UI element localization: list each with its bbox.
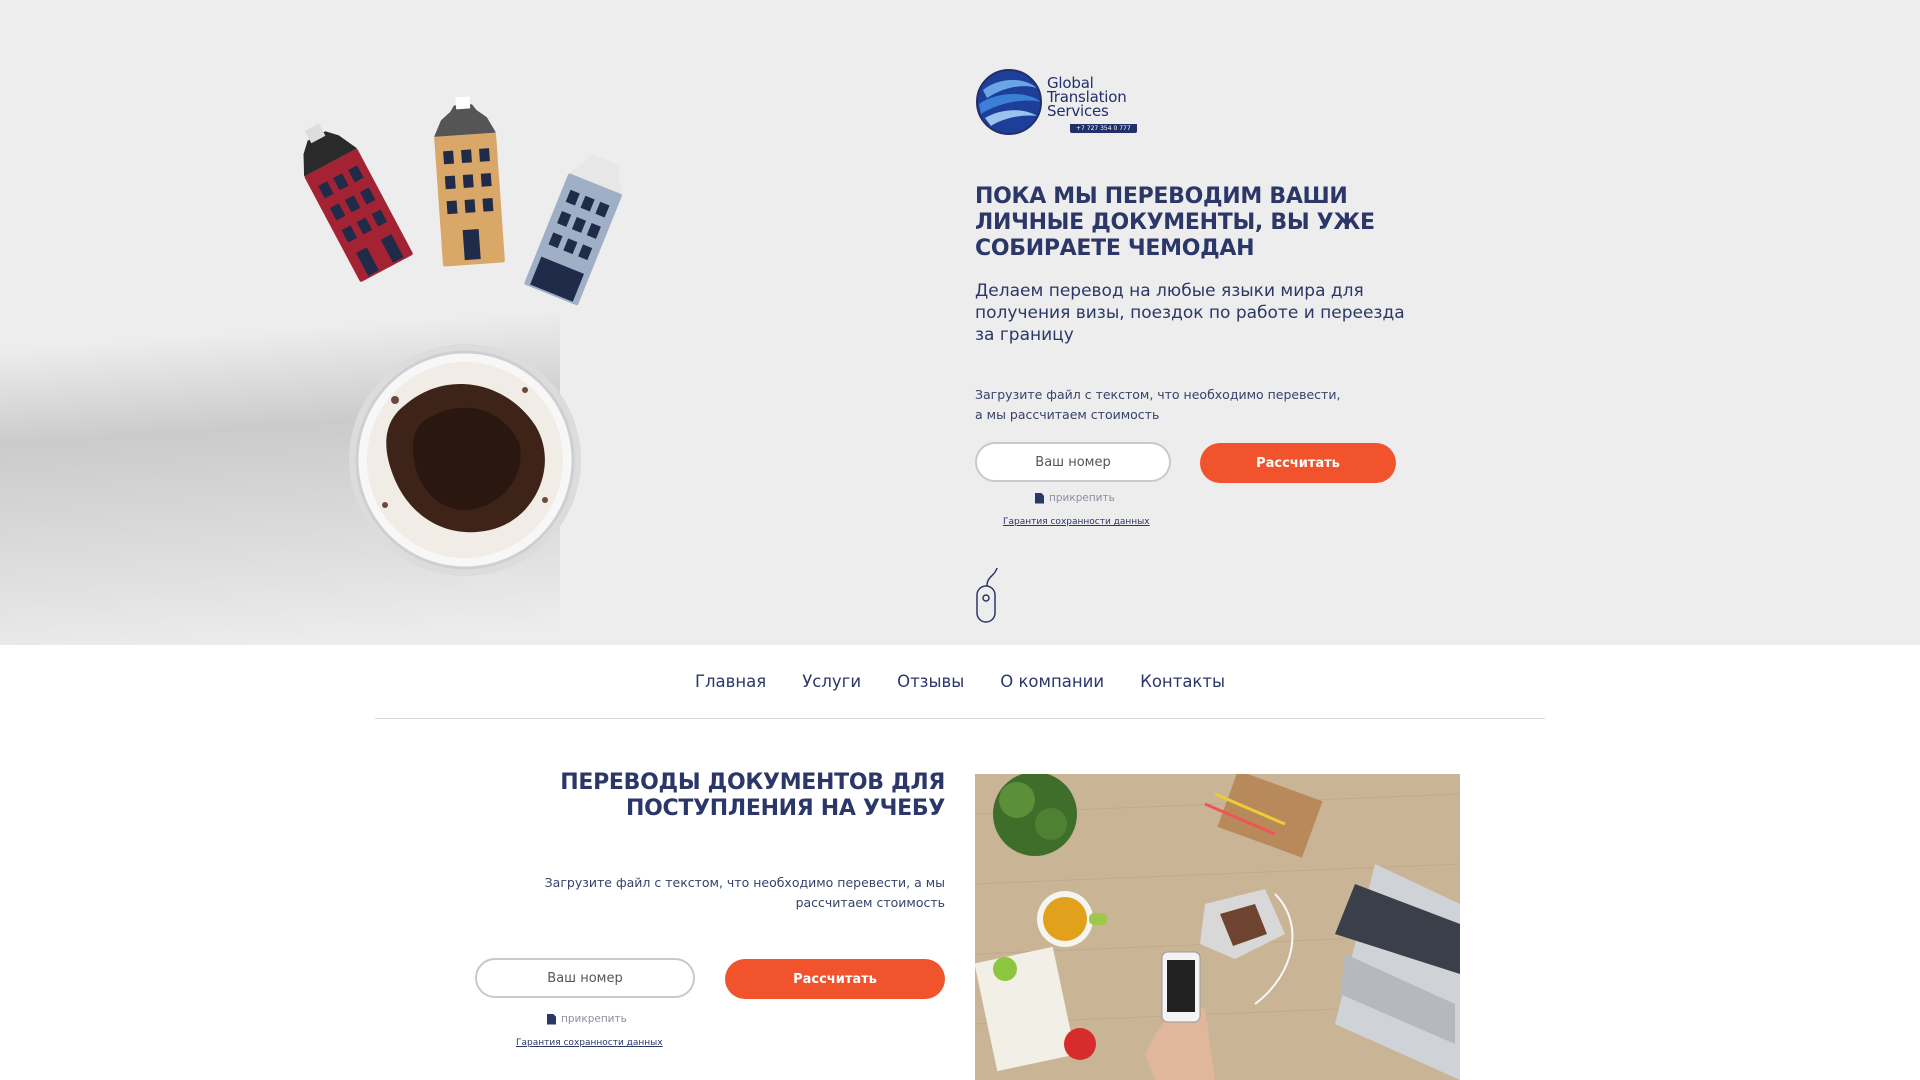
desk-illustration (975, 774, 1460, 1080)
nav-item-reviews[interactable]: Отзывы (897, 672, 964, 691)
brand-logo[interactable]: Global Translation Services +7 727 354 0… (975, 68, 1155, 136)
brand-name: Global Translation Services (1047, 76, 1127, 120)
plant (993, 774, 1077, 856)
nav-item-home[interactable]: Главная (695, 672, 766, 691)
brand-line3: Services (1047, 102, 1109, 120)
section-phone-input[interactable] (475, 958, 695, 998)
section-attach-label: прикрепить (561, 1013, 627, 1025)
section-upload-hint: Загрузите файл с текстом, что необходимо… (544, 875, 945, 910)
nav-item-about[interactable]: О компании (1000, 672, 1104, 691)
hero-attach-link[interactable]: прикрепить (1035, 492, 1115, 504)
file-icon (547, 1013, 556, 1025)
section-title: ПЕРЕВОДЫ ДОКУМЕНТОВ ДЛЯ ПОСТУПЛЕНИЯ НА У… (560, 770, 945, 821)
nav-item-services[interactable]: Услуги (802, 672, 861, 691)
brand-phone: +7 727 354 0 777 (1070, 124, 1137, 133)
main-nav: Главная Услуги Отзывы О компании Контакт… (375, 645, 1545, 719)
section-photo-desk (975, 774, 1460, 1080)
hero-section: Global Translation Services +7 727 354 0… (0, 0, 1920, 645)
hero-hint-line1: Загрузите файл с текстом, что необходимо… (975, 387, 1341, 402)
hero-attach-label: прикрепить (1049, 492, 1115, 504)
yellow-house-figurine (434, 96, 505, 267)
hero-photo-houses-coffee (303, 96, 623, 576)
blue-house-figurine (524, 153, 623, 306)
section-attach-link[interactable]: прикрепить (547, 1013, 627, 1025)
file-icon (1035, 492, 1044, 504)
globe-logo-icon (976, 69, 1042, 135)
coffee-cup (349, 344, 581, 576)
hero-upload-hint: Загрузите файл с текстом, что необходимо… (975, 385, 1355, 425)
section-guarantee-link[interactable]: Гарантия сохранности данных (516, 1038, 663, 1048)
red-house-figurine (303, 123, 413, 282)
mouse-scroll-icon[interactable] (975, 566, 999, 626)
hero-title: ПОКА МЫ ПЕРЕВОДИМ ВАШИ ЛИЧНЫЕ ДОКУМЕНТЫ,… (975, 184, 1375, 261)
section-calculate-button[interactable]: Рассчитать (725, 959, 945, 999)
hero-hint-line2: а мы рассчитаем стоимость (975, 407, 1160, 422)
hero-phone-input[interactable] (975, 442, 1171, 482)
hero-calculate-button[interactable]: Рассчитать (1200, 443, 1396, 483)
hero-guarantee-link[interactable]: Гарантия сохранности данных (1003, 517, 1150, 527)
hero-subtitle: Делаем перевод на любые языки мира для п… (975, 281, 1405, 345)
nav-item-contacts[interactable]: Контакты (1140, 672, 1225, 691)
